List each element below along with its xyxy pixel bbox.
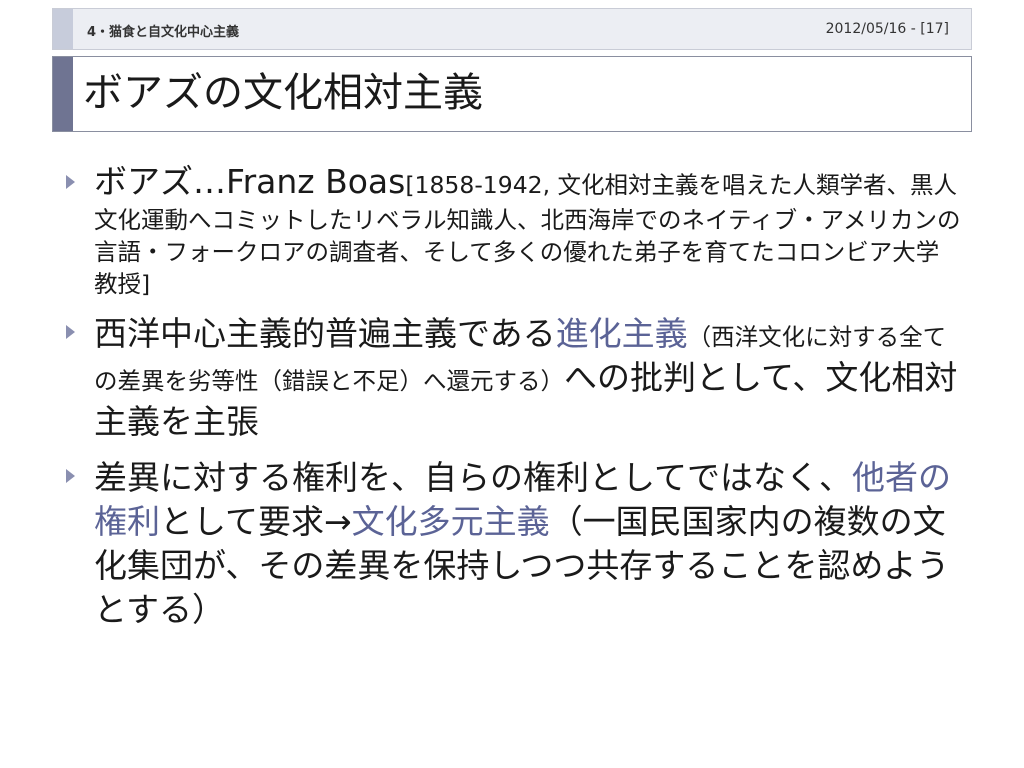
bullet-list: ボアズ…Franz Boas[1858-1942, 文化相対主義を唱えた人類学者… (62, 160, 962, 644)
date-page-label: 2012/05/16 - [17] (825, 21, 949, 37)
bullet-item-relativism: 西洋中心主義的普遍主義である進化主義（西洋文化に対する全ての差異を劣等性（錯誤と… (62, 312, 962, 444)
section-header-bar: 4・猫食と自文化中心主義 2012/05/16 - [17] (52, 8, 972, 50)
highlight-pluralism: 文化多元主義 (351, 502, 550, 541)
slide-title: ボアズの文化相対主義 (83, 70, 483, 116)
bullet-lead: 差異に対する権利を、自らの権利としてではなく、 (94, 458, 853, 497)
title-bar: ボアズの文化相対主義 (52, 56, 972, 132)
triangle-bullet-icon (66, 325, 75, 339)
bullet-lead: 西洋中心主義的普遍主義である (94, 314, 556, 353)
triangle-bullet-icon (66, 175, 75, 189)
bullet-mid: として要求→ (160, 502, 352, 541)
header-accent-strip (53, 9, 73, 49)
bullet-item-pluralism: 差異に対する権利を、自らの権利としてではなく、他者の権利として要求→文化多元主義… (62, 456, 962, 632)
bullet-lead: ボアズ…Franz Boas (94, 162, 406, 201)
section-label: 4・猫食と自文化中心主義 (87, 25, 240, 40)
triangle-bullet-icon (66, 469, 75, 483)
highlight-evolutionism: 進化主義 (555, 314, 688, 353)
bullet-item-boas: ボアズ…Franz Boas[1858-1942, 文化相対主義を唱えた人類学者… (62, 160, 962, 300)
title-accent-strip (53, 57, 73, 131)
